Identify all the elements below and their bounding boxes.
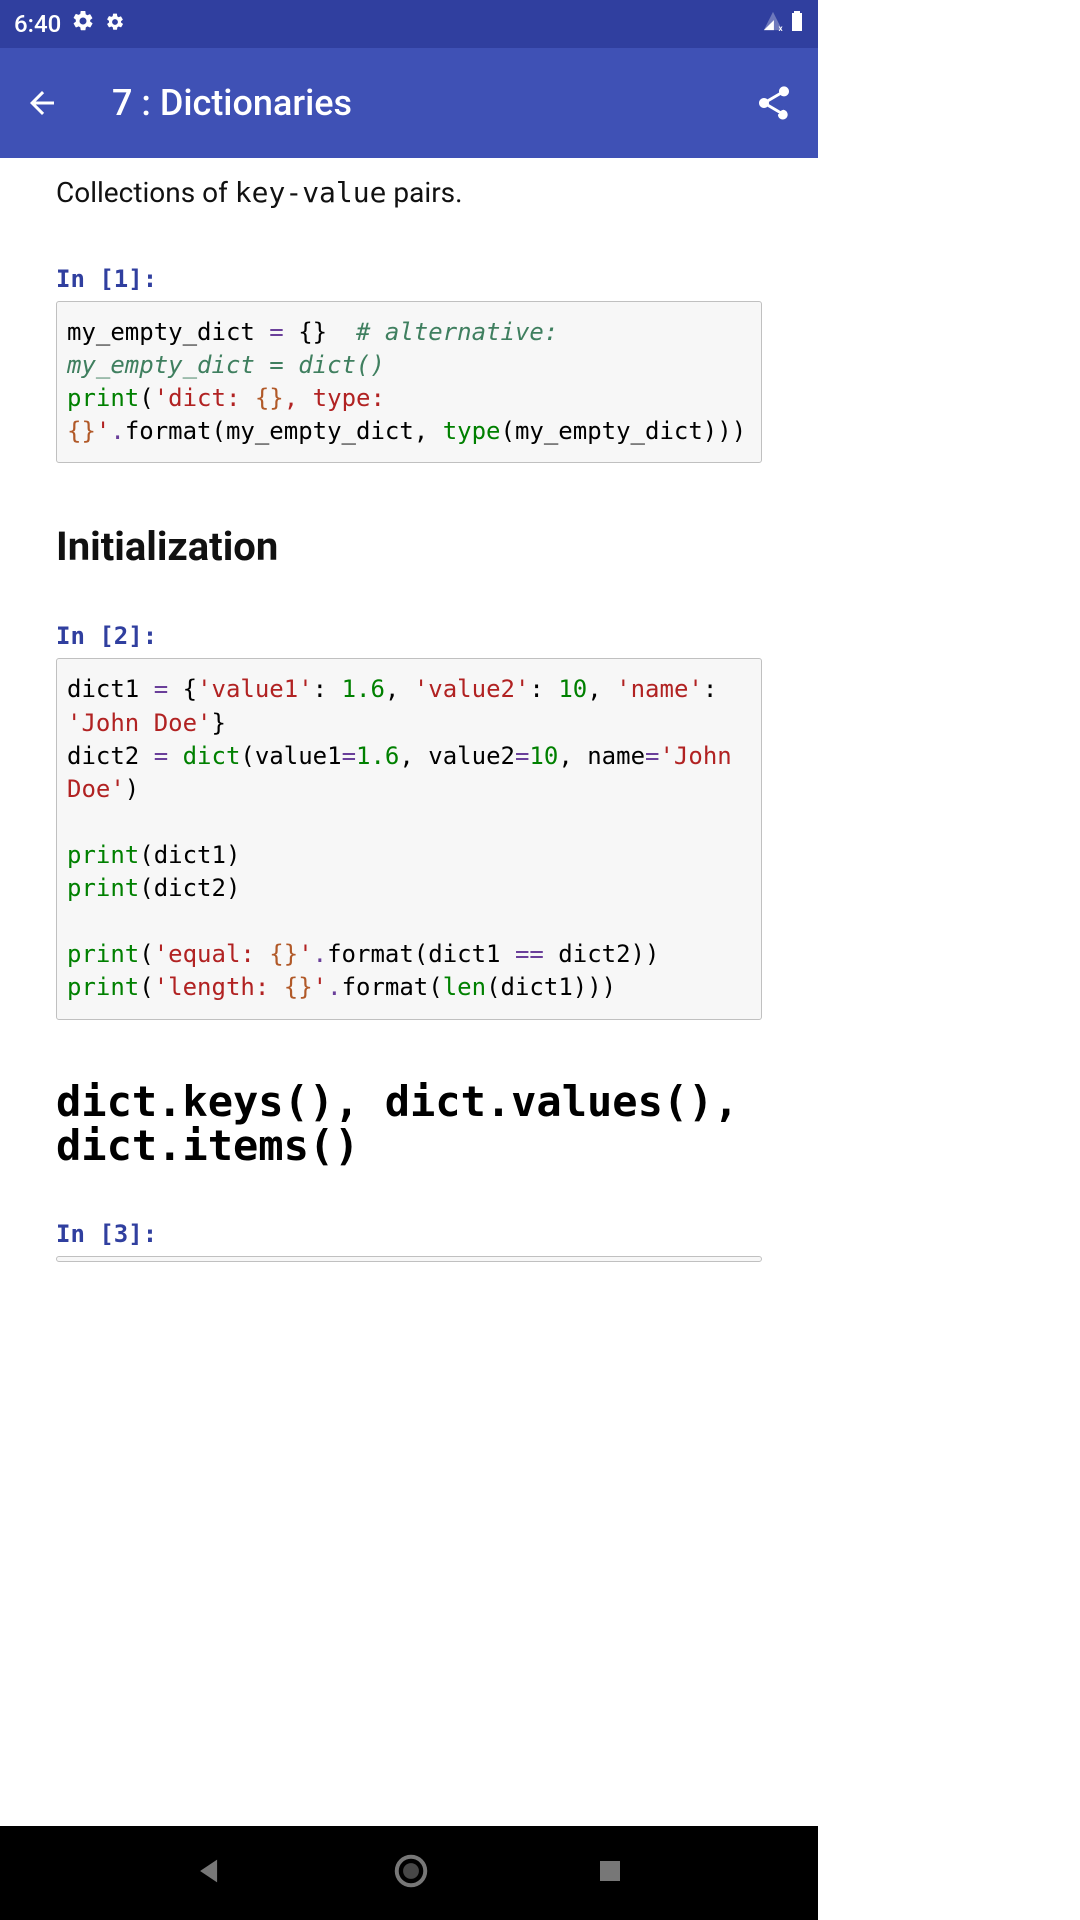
nav-home-icon[interactable] [392,1852,430,1894]
signal-icon: x [762,10,784,38]
page-title: 7 : Dictionaries [112,82,754,124]
nav-back-icon[interactable] [193,1854,227,1892]
code-cell [56,1256,762,1262]
gear-icon [71,9,95,39]
status-time: 6:40 [14,10,61,38]
intro-code: key-value [235,176,387,209]
status-right: x [762,9,804,39]
content-area[interactable]: Collections of key-value pairs. In [1]: … [0,158,818,1359]
navigation-bar [0,1826,818,1920]
intro-pre: Collections of [56,176,235,209]
cell-prompt: In [2]: [56,622,762,650]
status-bar: 6:40 x [0,0,818,48]
nav-recent-icon[interactable] [595,1856,625,1890]
cell-prompt: In [3]: [56,1220,762,1248]
code-cell: my_empty_dict = {} # alternative: my_emp… [56,301,762,463]
share-button[interactable] [754,83,794,123]
section-heading: Initialization [56,523,762,570]
app-bar: 7 : Dictionaries [0,48,818,158]
status-left: 6:40 [14,9,125,39]
back-button[interactable] [24,85,60,121]
code-cell: dict1 = {'value1': 1.6, 'value2': 10, 'n… [56,658,762,1019]
intro-text: Collections of key-value pairs. [56,176,762,209]
battery-icon [790,9,804,39]
svg-text:x: x [779,24,784,32]
intro-post: pairs. [386,176,462,209]
cell-prompt: In [1]: [56,265,762,293]
gear-small-icon [105,10,125,38]
section-heading-mono: dict.keys(), dict.values(), dict.items() [56,1080,762,1168]
